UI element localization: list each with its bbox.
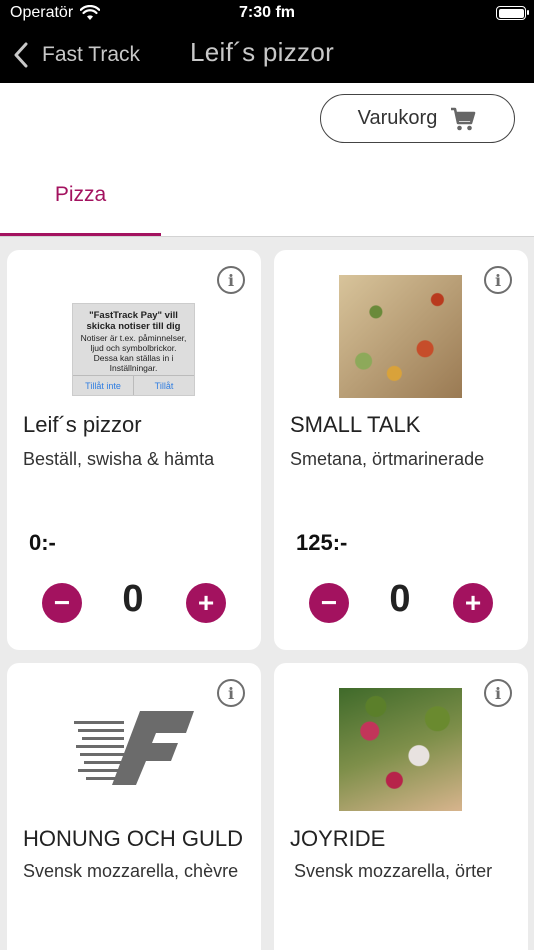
info-icon[interactable]: i [484,266,512,294]
pizza-photo [339,688,462,811]
decrease-quantity-button[interactable]: − [309,583,349,623]
chevron-left-icon [14,42,28,68]
pizza-photo [339,275,462,398]
cart-button-label: Varukorg [357,107,438,129]
quantity-value: 0 [389,578,411,620]
product-description: Beställ, swisha & hämta [23,449,215,469]
product-card[interactable]: i "FastTrack Pay" vill skicka notiser ti… [7,250,261,650]
prompt-body: Notiser är t.ex. påminnelser, ljud och s… [80,333,187,373]
product-description: Smetana, örtmarinerade [290,449,485,469]
quantity-value: 0 [122,578,144,620]
product-title: Leif´s pizzor [23,412,142,437]
product-title: HONUNG OCH GULD [23,826,244,851]
tab-pizza[interactable]: Pizza [0,179,161,237]
prompt-allow: Tillåt [133,376,194,395]
decrease-quantity-button[interactable]: − [42,583,82,623]
back-label: Fast Track [42,43,141,66]
product-card[interactable]: i SMALL TALK Smetana, örtmarinerade 125:… [274,250,528,650]
product-description: Svensk mozzarella, chèvre [23,861,239,881]
page-title: Leif´s pizzor [190,37,335,67]
info-icon[interactable]: i [484,679,512,707]
product-price: 0:- [29,530,56,555]
back-button[interactable]: Fast Track [14,40,140,70]
product-image: "FastTrack Pay" vill skicka notiser till… [72,290,195,413]
info-icon[interactable]: i [217,679,245,707]
top-bar: Operatör 7:30 fm Fast Track Leif´s pizzo… [0,0,534,83]
product-title: JOYRIDE [290,826,386,851]
divider [0,236,534,237]
product-image [72,703,202,793]
product-card[interactable]: i HONUNG OCH GULD Svensk mozzarella, chè… [7,663,261,950]
battery-icon [496,6,529,20]
product-price: 125:- [296,530,348,555]
clock: 7:30 fm [238,4,296,21]
product-title: SMALL TALK [290,412,421,437]
increase-quantity-button[interactable]: + [186,583,226,623]
notification-prompt-image: "FastTrack Pay" vill skicka notiser till… [72,303,195,396]
product-image [339,275,462,398]
product-card[interactable]: i JOYRIDE Svensk mozzarella, örter [274,663,528,950]
product-description: Svensk mozzarella, örter [294,861,493,881]
tab-pizza-label: Pizza [54,183,107,206]
prompt-title: "FastTrack Pay" vill skicka notiser till… [86,310,181,332]
prompt-deny: Tillåt inte [85,380,121,391]
product-image [339,688,462,811]
header: Varukorg Pizza [0,83,534,237]
fasttrack-logo [74,711,194,785]
cart-button[interactable]: Varukorg [320,94,515,143]
increase-quantity-button[interactable]: + [453,583,493,623]
cart-icon [451,107,476,130]
status-bar: Operatör 7:30 fm [0,0,534,30]
info-icon[interactable]: i [217,266,245,294]
